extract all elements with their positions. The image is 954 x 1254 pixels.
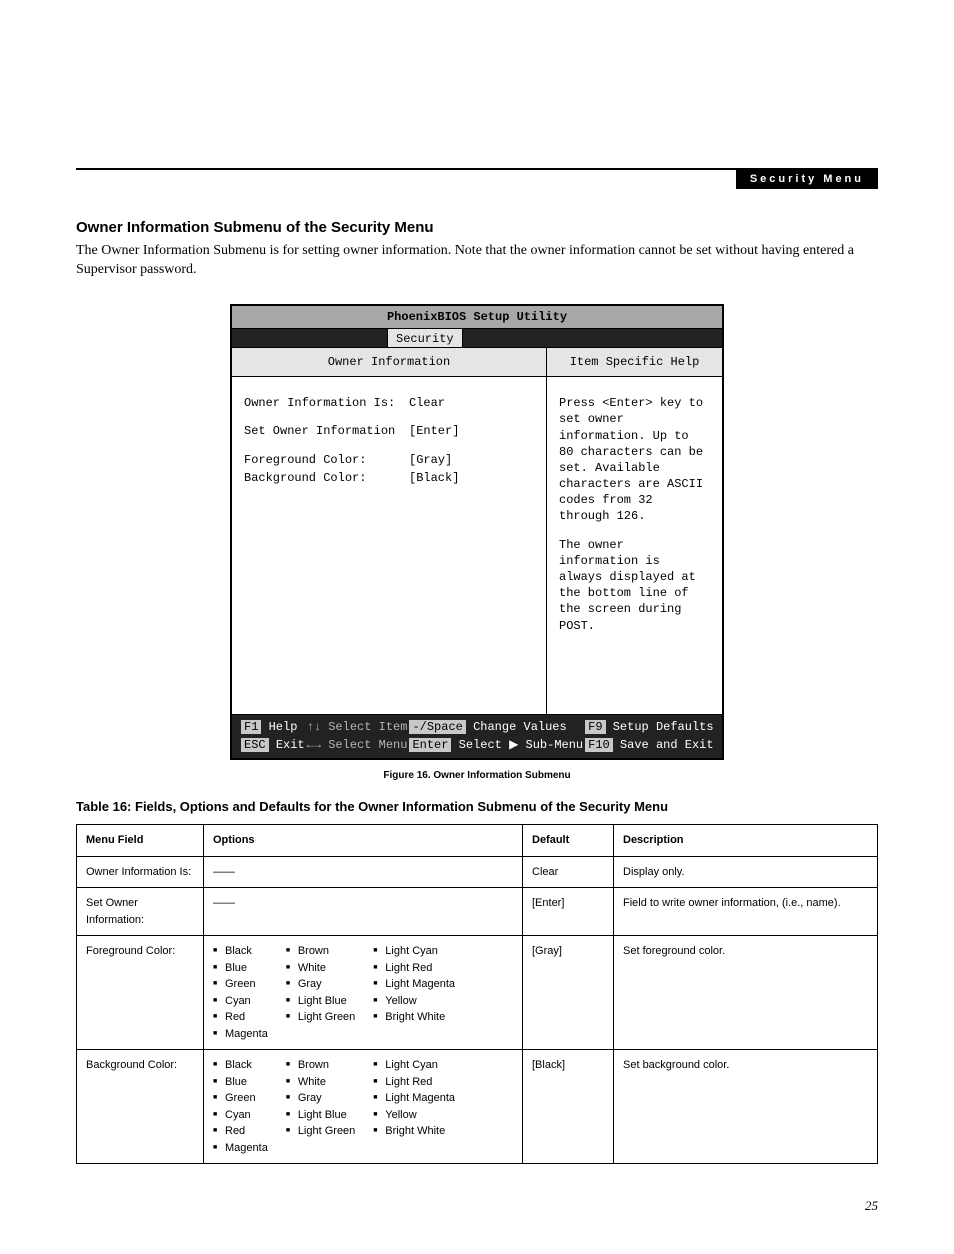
option-item: Green — [213, 976, 268, 993]
options-column: BrownWhiteGrayLight BlueLight Green — [286, 1057, 355, 1156]
bios-setting-row: Set Owner Information[Enter] — [244, 423, 534, 439]
option-item: Green — [213, 1090, 268, 1107]
option-item: Light Green — [286, 1123, 355, 1140]
option-item: Light Red — [373, 1074, 455, 1091]
bios-help-para1: Press <Enter> key to set owner informati… — [559, 395, 710, 525]
bios-setting-row: Background Color:[Black] — [244, 470, 534, 486]
option-item: Gray — [286, 1090, 355, 1107]
cell-options: BlackBlueGreenCyanRedMagentaBrownWhiteGr… — [204, 936, 523, 1050]
options-column: BlackBlueGreenCyanRedMagenta — [213, 943, 268, 1042]
bios-setting-label: Foreground Color: — [244, 452, 409, 468]
option-item: Magenta — [213, 1140, 268, 1157]
option-item: Brown — [286, 943, 355, 960]
cell-menu-field: Foreground Color: — [77, 936, 204, 1050]
option-item: Gray — [286, 976, 355, 993]
option-item: Bright White — [373, 1123, 455, 1140]
options-column: BrownWhiteGrayLight BlueLight Green — [286, 943, 355, 1042]
bios-right-panel-title: Item Specific Help — [547, 348, 722, 377]
option-item: Blue — [213, 1074, 268, 1091]
option-item: Black — [213, 943, 268, 960]
table-row: Foreground Color:BlackBlueGreenCyanRedMa… — [77, 936, 878, 1050]
page-header-bar: Security Menu — [76, 168, 878, 189]
bios-left-panel-title: Owner Information — [232, 348, 546, 377]
option-item: Light Magenta — [373, 976, 455, 993]
table-row: Set Owner Information:——[Enter]Field to … — [77, 888, 878, 936]
cell-menu-field: Set Owner Information: — [77, 888, 204, 936]
bios-setting-value: [Black] — [409, 470, 534, 486]
bios-setting-label: Background Color: — [244, 470, 409, 486]
option-item: Brown — [286, 1057, 355, 1074]
option-item: Light Blue — [286, 993, 355, 1010]
cell-menu-field: Owner Information Is: — [77, 856, 204, 888]
option-item: Magenta — [213, 1026, 268, 1043]
option-item: Red — [213, 1009, 268, 1026]
cell-default: [Enter] — [523, 888, 614, 936]
option-item: Light Magenta — [373, 1090, 455, 1107]
cell-description: Display only. — [614, 856, 878, 888]
bios-footer: F1 Help ↑↓ Select Item -/Space Change Va… — [232, 715, 722, 758]
bios-help-para2: The owner information is always displaye… — [559, 537, 710, 634]
table-header-row: Menu Field Options Default Description — [77, 825, 878, 857]
cell-options: —— — [204, 888, 523, 936]
section-chip: Security Menu — [736, 170, 878, 189]
section-title: Owner Information Submenu of the Securit… — [76, 219, 878, 236]
cell-menu-field: Background Color: — [77, 1050, 204, 1164]
table-row: Owner Information Is:——ClearDisplay only… — [77, 856, 878, 888]
table-row: Background Color:BlackBlueGreenCyanRedMa… — [77, 1050, 878, 1164]
cell-description: Set foreground color. — [614, 936, 878, 1050]
cell-description: Field to write owner information, (i.e.,… — [614, 888, 878, 936]
cell-default: [Black] — [523, 1050, 614, 1164]
option-item: Black — [213, 1057, 268, 1074]
bios-menubar-active: Security — [387, 329, 463, 347]
bios-setting-row: Foreground Color:[Gray] — [244, 452, 534, 468]
options-column: Light CyanLight RedLight MagentaYellowBr… — [373, 1057, 455, 1156]
options-column: Light CyanLight RedLight MagentaYellowBr… — [373, 943, 455, 1042]
option-item: White — [286, 1074, 355, 1091]
bios-setting-value: Clear — [409, 395, 534, 411]
option-item: Light Green — [286, 1009, 355, 1026]
cell-options: —— — [204, 856, 523, 888]
cell-options: BlackBlueGreenCyanRedMagentaBrownWhiteGr… — [204, 1050, 523, 1164]
cell-default: Clear — [523, 856, 614, 888]
cell-default: [Gray] — [523, 936, 614, 1050]
options-column: BlackBlueGreenCyanRedMagenta — [213, 1057, 268, 1156]
fields-table: Menu Field Options Default Description O… — [76, 824, 878, 1164]
option-item: Light Cyan — [373, 943, 455, 960]
table-title: Table 16: Fields, Options and Defaults f… — [76, 799, 878, 814]
figure-caption: Figure 16. Owner Information Submenu — [76, 770, 878, 781]
option-item: White — [286, 960, 355, 977]
bios-setting-value: [Enter] — [409, 423, 534, 439]
bios-setting-label: Owner Information Is: — [244, 395, 409, 411]
option-item: Blue — [213, 960, 268, 977]
bios-title: PhoenixBIOS Setup Utility — [232, 306, 722, 329]
bios-left-panel-body: Owner Information Is:ClearSet Owner Info… — [232, 377, 546, 675]
bios-help-body: Press <Enter> key to set owner informati… — [547, 377, 722, 714]
option-item: Bright White — [373, 1009, 455, 1026]
option-item: Red — [213, 1123, 268, 1140]
bios-setting-label: Set Owner Information — [244, 423, 409, 439]
bios-screenshot: PhoenixBIOS Setup Utility Security Owner… — [230, 304, 724, 760]
option-item: Cyan — [213, 1107, 268, 1124]
option-item: Yellow — [373, 993, 455, 1010]
cell-description: Set background color. — [614, 1050, 878, 1164]
option-item: Cyan — [213, 993, 268, 1010]
bios-setting-value: [Gray] — [409, 452, 534, 468]
option-item: Light Cyan — [373, 1057, 455, 1074]
bios-setting-row: Owner Information Is:Clear — [244, 395, 534, 411]
page-number: 25 — [76, 1198, 878, 1214]
option-item: Yellow — [373, 1107, 455, 1124]
option-item: Light Red — [373, 960, 455, 977]
option-item: Light Blue — [286, 1107, 355, 1124]
section-intro: The Owner Information Submenu is for set… — [76, 242, 878, 280]
bios-menubar: Security — [232, 329, 722, 347]
